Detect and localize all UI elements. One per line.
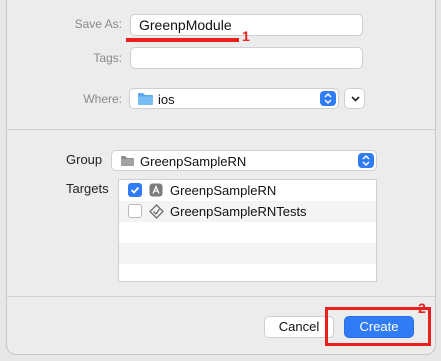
group-label: Group [66,152,103,167]
target-checkbox[interactable] [128,183,142,197]
empty-row [119,222,376,243]
tags-label: Tags: [93,51,122,65]
target-label: GreenpSampleRN [170,183,277,198]
where-value: ios [158,92,175,107]
save-as-label: Save As: [74,17,122,31]
tags-field[interactable] [130,47,363,69]
cancel-button[interactable]: Cancel [264,316,334,338]
target-row[interactable]: GreenpSampleRNTests [119,201,376,222]
targets-label: Targets [66,181,109,196]
annotation-label-2: 2 [418,300,426,316]
empty-row [119,243,376,264]
where-stepper-icon [320,91,336,106]
annotation-underline [126,38,239,42]
checkmark-icon [130,186,140,194]
target-label: GreenpSampleRNTests [170,204,307,219]
group-popup[interactable]: GreenpSampleRN [111,150,377,171]
app-target-icon [149,183,163,197]
save-dialog: Save As: GreenpModule Tags: Where: ios G… [6,0,436,355]
annotation-box [325,307,431,346]
expand-button[interactable] [344,88,365,109]
target-row[interactable]: GreenpSampleRN [119,180,376,201]
where-label: Where: [83,92,122,106]
chevron-down-icon [351,96,360,102]
folder-icon [138,93,153,105]
section-divider [7,129,435,130]
annotation-label-1: 1 [242,28,250,44]
target-checkbox[interactable] [128,204,142,218]
group-value: GreenpSampleRN [140,154,247,169]
footer-divider [7,296,435,297]
group-stepper-icon [358,153,374,168]
targets-list: GreenpSampleRN GreenpSampleRNTests [118,179,377,282]
test-target-icon [149,204,164,219]
where-popup[interactable]: ios [129,88,339,109]
folder-icon [121,156,134,166]
